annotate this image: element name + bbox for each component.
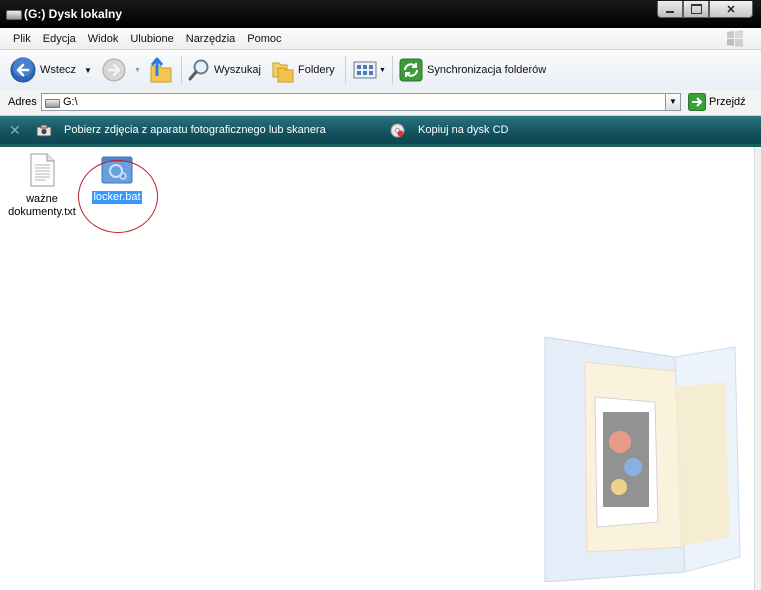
views-button[interactable]: ▼ — [353, 50, 386, 90]
menu-tools[interactable]: Narzędzia — [180, 33, 242, 45]
window-right-border — [754, 147, 761, 590]
sync-icon — [399, 58, 423, 82]
menu-file[interactable]: Plik — [0, 33, 37, 45]
dropdown-arrow-icon: ▼ — [84, 65, 92, 75]
toolbar-separator — [345, 56, 346, 84]
title-bar: (G:) Dysk lokalny ✕ — [0, 0, 761, 28]
views-icon — [353, 61, 377, 79]
maximize-button[interactable] — [683, 1, 709, 18]
dropdown-arrow-icon: ▼ — [379, 66, 386, 74]
toolbar-separator — [392, 56, 393, 84]
forward-dropdown[interactable]: ▼ — [134, 50, 141, 90]
close-button[interactable]: ✕ — [709, 1, 753, 18]
burn-cd-label: Kopiuj na dysk CD — [418, 124, 509, 136]
close-icon[interactable]: ✕ — [9, 122, 21, 139]
menu-favorites[interactable]: Ulubione — [124, 33, 179, 45]
menu-help[interactable]: Pomoc — [241, 33, 287, 45]
forward-button[interactable] — [102, 50, 126, 90]
search-label: Wyszukaj — [214, 64, 261, 76]
menu-edit[interactable]: Edycja — [37, 33, 82, 45]
task-bar: ✕ Pobierz zdjęcia z aparatu fotograficzn… — [0, 116, 761, 147]
windows-logo-icon — [727, 30, 743, 47]
annotation-circle — [78, 160, 158, 233]
drive-icon — [6, 10, 22, 20]
back-arrow-icon — [10, 57, 36, 83]
minimize-icon — [666, 11, 674, 13]
sync-label: Synchronizacja folderów — [427, 64, 547, 76]
menu-bar: Plik Edycja Widok Ulubione Narzędzia Pom… — [0, 28, 761, 50]
folders-icon — [272, 62, 294, 83]
address-path: G:\ — [63, 96, 78, 108]
get-pictures-label: Pobierz zdjęcia z aparatu fotograficzneg… — [64, 124, 326, 136]
sync-folders-button[interactable]: Synchronizacja folderów — [399, 50, 546, 90]
search-icon — [188, 59, 209, 81]
search-button[interactable]: Wyszukaj — [188, 50, 261, 90]
file-item[interactable]: ważne dokumenty.txt — [4, 153, 80, 219]
file-name-line2: dokumenty.txt — [8, 206, 76, 218]
address-label: Adres — [8, 96, 37, 108]
up-folder-icon — [150, 57, 172, 83]
camera-icon — [36, 124, 52, 137]
menu-view[interactable]: Widok — [82, 33, 125, 45]
dropdown-arrow-icon: ▼ — [134, 66, 141, 74]
file-name-line1: ważne — [26, 193, 58, 205]
folders-button[interactable]: Foldery — [271, 50, 335, 90]
text-file-icon — [30, 153, 55, 187]
address-dropdown[interactable]: ▼ — [665, 93, 681, 111]
window-title: (G:) Dysk lokalny — [24, 7, 123, 21]
back-label: Wstecz — [40, 64, 77, 76]
close-icon: ✕ — [726, 3, 736, 16]
window-controls: ✕ — [657, 1, 753, 19]
minimize-button[interactable] — [657, 1, 683, 18]
folder-watermark-icon — [544, 336, 741, 582]
drive-icon — [45, 99, 60, 108]
cd-icon — [390, 123, 405, 137]
go-label: Przejdź — [709, 96, 746, 108]
dropdown-arrow-icon: ▼ — [669, 97, 677, 106]
address-input[interactable]: G:\ — [41, 93, 681, 111]
go-button[interactable]: Przejdź — [688, 93, 746, 111]
get-pictures-task[interactable]: Pobierz zdjęcia z aparatu fotograficzneg… — [36, 116, 326, 144]
go-arrow-icon — [688, 93, 706, 111]
up-folder-button[interactable] — [148, 50, 174, 90]
back-dropdown[interactable]: ▼ — [84, 50, 92, 90]
maximize-icon — [690, 4, 702, 14]
burn-cd-task[interactable]: Kopiuj na dysk CD — [390, 116, 509, 144]
toolbar: Wstecz ▼ ▼ Wyszukaj Foldery ▼ Synchroniz… — [0, 50, 761, 91]
toolbar-separator — [181, 56, 182, 84]
forward-arrow-icon — [102, 58, 126, 82]
folders-label: Foldery — [298, 64, 335, 76]
back-button[interactable]: Wstecz — [10, 50, 76, 90]
address-bar: Adres G:\ ▼ Przejdź — [0, 90, 761, 116]
